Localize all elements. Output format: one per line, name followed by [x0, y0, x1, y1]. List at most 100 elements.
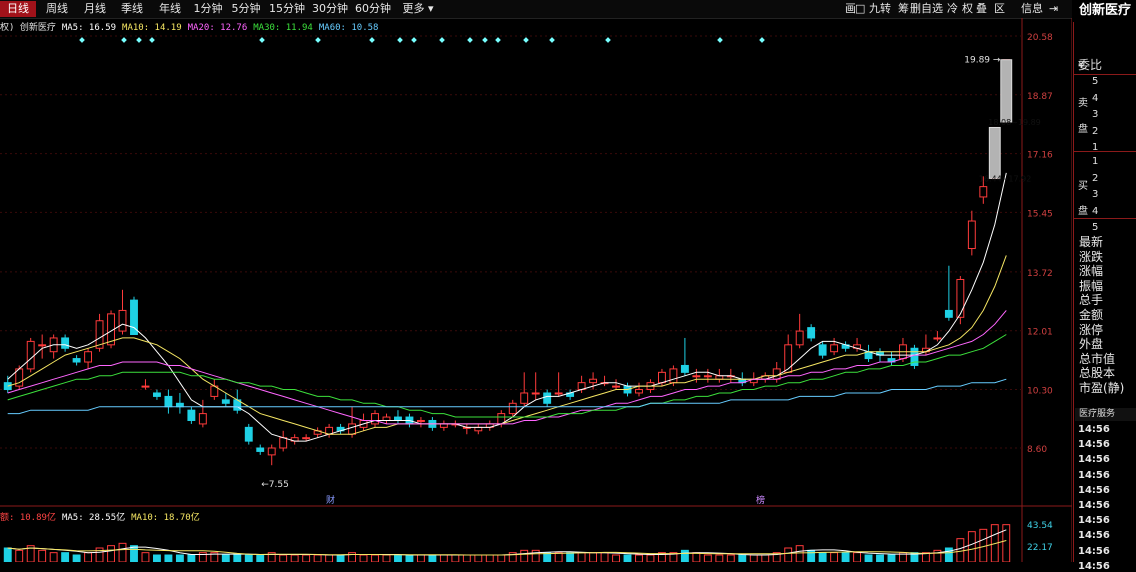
window-icon[interactable]: □: [855, 1, 865, 17]
volume-bar-12: [141, 552, 150, 562]
sell-char-2: 盘: [1078, 124, 1088, 135]
volume-bar-76: [876, 554, 884, 562]
tool-button-2[interactable]: 筹: [898, 1, 909, 17]
kline-chart[interactable]: 20.58 18.87 17.16 15.45 13.72 12.01 10.30 8.60 1…: [0, 18, 1072, 562]
price-label-7: 8.60: [1027, 445, 1047, 455]
tab-10[interactable]: 更多 ▾: [398, 1, 438, 17]
volume-bar-26: [302, 554, 311, 562]
price-label-2: 17.16: [1027, 151, 1053, 161]
volume-bar-82: [944, 547, 953, 562]
volume-bar-45: [520, 549, 529, 562]
tick-time-8: 14:56: [1078, 545, 1110, 557]
volume-bar-28: [325, 554, 334, 562]
ma-line-MA5: [7, 172, 1007, 442]
volume-axis-label-0: 43.54: [1027, 521, 1053, 531]
tool-button-3[interactable]: 删自选: [910, 1, 943, 17]
volume-bar-63: [726, 554, 735, 562]
volume-bar-83: [956, 538, 965, 562]
candle-body-3: [38, 344, 47, 347]
tab-7[interactable]: 15分钟: [266, 1, 308, 17]
tab-4[interactable]: 年线: [153, 1, 187, 17]
sell-level-1: 1: [1092, 142, 1099, 153]
candle-body-33: [382, 416, 391, 421]
volume-bar-42: [485, 554, 494, 562]
tick-time-1: 14:56: [1078, 439, 1110, 451]
tool-button-6[interactable]: 叠: [976, 1, 987, 17]
volume-bar-7: [84, 552, 93, 562]
candle-body-22: [256, 447, 265, 452]
tab-5[interactable]: 1分钟: [190, 1, 226, 17]
tool-button-8[interactable]: 信息: [1021, 1, 1043, 17]
field-7: 外盘: [1079, 337, 1104, 352]
tool-button-4[interactable]: 冷: [947, 1, 958, 17]
volume-bar-31: [359, 554, 368, 562]
signal-dot-0: [79, 37, 85, 43]
legend-item-0: 额: 10.89亿: [0, 513, 56, 523]
candle-body-16: [187, 409, 196, 421]
price-label-1: 18.87: [1027, 92, 1053, 102]
volume-bar-40: [462, 554, 471, 562]
candle-body-10: [118, 309, 127, 332]
legend-item-0: 权) 创新医疗: [0, 23, 56, 33]
tool-button-1[interactable]: 九转: [869, 1, 891, 17]
tab-3[interactable]: 季线: [115, 1, 149, 17]
candle-body-32: [371, 413, 379, 425]
tick-time-7: 14:56: [1078, 530, 1110, 542]
candle-body-6: [72, 358, 81, 363]
volume-axis-label-1: 22.17: [1027, 543, 1053, 553]
signal-dot-4: [259, 37, 265, 43]
candle-body-36: [416, 419, 425, 422]
candle-body-7: [84, 351, 93, 363]
buy-level-1: 1: [1092, 156, 1099, 167]
volume-bar-4: [49, 552, 58, 562]
tab-8[interactable]: 30分钟: [310, 1, 350, 17]
signal-dot-13: [523, 37, 529, 43]
panel-divider-2: [1074, 218, 1136, 219]
tool-button-5[interactable]: 权: [962, 1, 973, 17]
volume-bar-29: [336, 554, 345, 562]
candle-body-24: [279, 437, 288, 449]
panel-divider-0: [1074, 74, 1136, 75]
volume-bar-36: [416, 554, 425, 562]
volume-bar-43: [497, 554, 506, 562]
candle-body-70: [807, 327, 816, 339]
marker-bang: 榜: [756, 494, 765, 506]
candle-body-13: [153, 392, 161, 397]
period-toolbar: 日线 周线 月线 季线 年线 1分钟 5分钟 15分钟 30分钟 60分钟 更多 ▾ 画九转筹删自选…: [0, 0, 1072, 19]
signal-dot-15: [605, 37, 611, 43]
signal-dot-16: [717, 37, 723, 43]
volume-bar-66: [761, 554, 770, 562]
candle-body-53: [612, 385, 620, 388]
candle-body-2: [26, 340, 35, 370]
volume-bar-35: [405, 554, 414, 562]
volume-bar-60: [692, 552, 701, 562]
ma-legend: 权) 创新医疗 MA5: 16.59 MA10: 14.19 MA20: 12.76 M…: [0, 20, 384, 33]
volume-bar-77: [887, 554, 896, 562]
tick-time-4: 14:56: [1078, 484, 1110, 496]
volume-bar-49: [566, 552, 575, 562]
price-label-6: 10.30: [1027, 387, 1053, 397]
tab-6[interactable]: 5分钟: [228, 1, 264, 17]
section-title: 医疗服务: [1075, 408, 1136, 421]
candle-body-23: [267, 447, 276, 456]
volume-bar-37: [428, 554, 437, 562]
tab-9[interactable]: 60分钟: [352, 1, 394, 17]
volume-bar-65: [749, 554, 758, 562]
marker-cai: 财: [326, 494, 335, 506]
tab-2[interactable]: 月线: [78, 1, 112, 17]
signal-dot-10: [467, 37, 473, 43]
price-label-4: 13.72: [1027, 269, 1053, 279]
highlight-box-0: [988, 126, 1001, 179]
volume-bar-52: [600, 552, 609, 562]
volume-bar-41: [474, 554, 483, 562]
tool-button-9[interactable]: ⇥: [1049, 1, 1058, 17]
tab-0[interactable]: 日线: [0, 1, 36, 17]
volume-bar-70: [807, 549, 816, 562]
tab-1[interactable]: 周线: [40, 1, 74, 17]
volume-bar-24: [279, 554, 288, 562]
field-1: 涨跌: [1079, 249, 1104, 264]
candle-body-19: [221, 399, 230, 404]
annotation-range-2: 16.44~17.92: [979, 174, 1032, 183]
tool-button-7[interactable]: 区: [994, 1, 1005, 17]
candle-body-48: [554, 392, 563, 395]
